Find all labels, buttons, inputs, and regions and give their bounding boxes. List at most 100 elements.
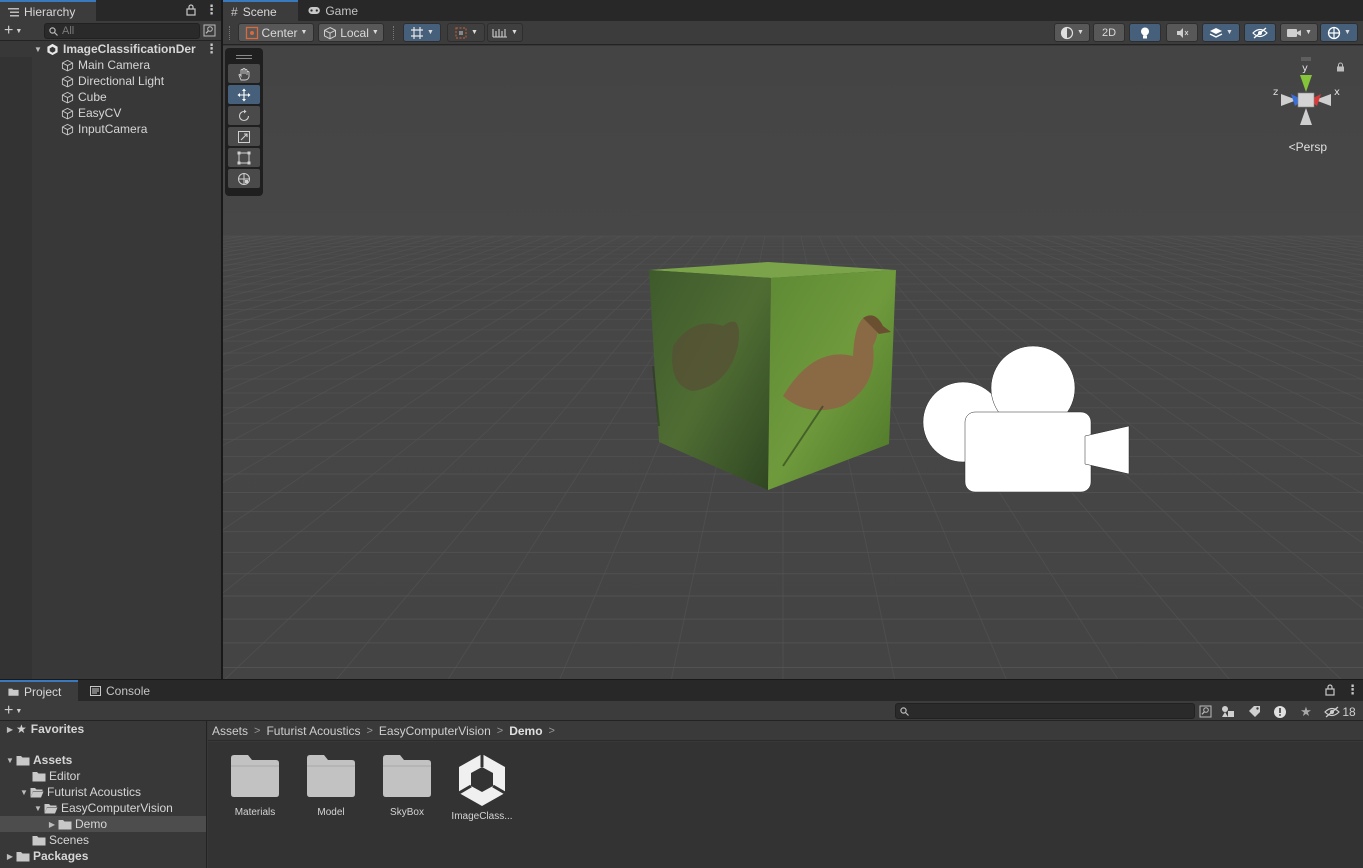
snap-settings-dropdown[interactable]: ▼ <box>487 23 523 42</box>
search-options-icon[interactable] <box>203 24 216 37</box>
favorites-filter-button[interactable]: ★ <box>1296 703 1316 720</box>
tree-item-editor[interactable]: Editor <box>0 768 206 784</box>
rect-tool-button[interactable] <box>228 148 260 167</box>
project-toolbar: + ▼ ★ 18 <box>0 701 1363 721</box>
tree-item-futurist-acoustics[interactable]: ▼ Futurist Acoustics <box>0 784 206 800</box>
breadcrumb-item[interactable]: Futurist Acoustics <box>266 724 360 738</box>
folder-icon <box>307 755 355 797</box>
layers-effects-icon <box>1209 27 1223 38</box>
breadcrumb-item[interactable]: Assets <box>212 724 248 738</box>
hierarchy-item-directional-light[interactable]: Directional Light <box>0 73 221 89</box>
lighting-toggle[interactable] <box>1129 23 1161 42</box>
gizmo-y-label: y <box>1302 63 1308 74</box>
effects-dropdown[interactable]: ▼ <box>1202 23 1240 42</box>
tree-label: Futurist Acoustics <box>47 785 142 799</box>
space-label: Local <box>340 25 369 40</box>
audio-toggle[interactable] <box>1166 23 1198 42</box>
tab-game[interactable]: Game <box>300 0 366 21</box>
tab-console[interactable]: Console <box>82 680 162 701</box>
asset-item-skybox[interactable]: SkyBox <box>371 754 443 818</box>
tab-hierarchy[interactable]: Hierarchy <box>0 0 96 21</box>
gizmos-dropdown[interactable]: ▼ <box>1320 23 1358 42</box>
hierarchy-toolbar: + ▼ All <box>0 21 221 41</box>
expand-triangle-icon[interactable]: ▼ <box>18 788 30 797</box>
filter-by-type-button[interactable] <box>1218 703 1238 720</box>
pivot-dropdown[interactable]: Center ▼ <box>238 23 314 42</box>
tree-label: Assets <box>33 753 73 767</box>
space-dropdown[interactable]: Local ▼ <box>318 23 384 42</box>
expand-triangle-icon[interactable]: ▶ <box>4 725 16 734</box>
scene-row[interactable]: ▼ ImageClassificationDer ⋮ <box>0 41 221 57</box>
breadcrumb-item[interactable]: EasyComputerVision <box>379 724 491 738</box>
hierarchy-item-main-camera[interactable]: Main Camera <box>0 57 221 73</box>
search-options-button[interactable] <box>1195 703 1215 720</box>
tree-item-demo[interactable]: ▶ Demo <box>0 816 206 832</box>
transform-tool-button[interactable] <box>228 169 260 188</box>
search-placeholder: All <box>62 25 75 37</box>
hidden-packages-toggle[interactable]: 18 <box>1322 703 1358 720</box>
breadcrumb: Assets > Futurist Acoustics > EasyComput… <box>208 721 1363 741</box>
unity-scene-icon <box>47 43 58 55</box>
filter-by-label-button[interactable] <box>1244 703 1264 720</box>
tab-project[interactable]: Project <box>0 680 78 701</box>
more-options-icon[interactable]: ⋮ <box>1346 682 1359 698</box>
hierarchy-item-cube[interactable]: Cube <box>0 89 221 105</box>
more-options-icon[interactable]: ⋮ <box>205 2 218 18</box>
tree-item-packages[interactable]: ▶ Packages <box>0 848 206 864</box>
shading-mode-dropdown[interactable]: ▼ <box>1054 23 1090 42</box>
asset-grid: Materials Model SkyBox ImageClass... <box>208 742 1363 868</box>
expand-triangle-icon[interactable]: ▼ <box>4 756 16 765</box>
tab-scene[interactable]: # Scene <box>223 0 298 21</box>
game-tab-label: Game <box>325 3 358 18</box>
expand-triangle-icon[interactable]: ▶ <box>46 820 58 829</box>
rotate-icon <box>238 109 250 121</box>
asset-item-materials[interactable]: Materials <box>219 754 291 818</box>
scene-viewport[interactable]: y z x <Persp <box>223 46 1363 679</box>
create-button[interactable]: + ▼ <box>4 22 34 40</box>
tree-item-easycomputervision[interactable]: ▼ EasyComputerVision <box>0 800 206 816</box>
hand-tool-button[interactable] <box>228 64 260 83</box>
increment-snap-toggle[interactable]: ▼ <box>447 23 485 42</box>
create-asset-button[interactable]: + ▼ <box>4 702 34 720</box>
hierarchy-item-label: EasyCV <box>78 106 122 120</box>
chevron-down-icon: ▼ <box>300 29 308 36</box>
scene-panel: # Scene Game Center ▼ Local ▼ ▼ ▼ ▼ ▼ 2D… <box>223 0 1363 679</box>
rect-transform-icon <box>237 151 251 164</box>
expand-triangle-icon[interactable]: ▶ <box>4 852 16 861</box>
scene-tabbar: # Scene Game <box>223 0 1363 21</box>
2d-toggle[interactable]: 2D <box>1093 23 1125 42</box>
tree-label: Scenes <box>49 833 90 847</box>
lock-icon[interactable] <box>1325 684 1335 696</box>
search-options-icon <box>1199 705 1211 718</box>
hierarchy-item-easycv[interactable]: EasyCV <box>0 105 221 121</box>
scene-more-icon[interactable]: ⋮ <box>205 41 218 57</box>
hierarchy-item-label: InputCamera <box>78 122 148 136</box>
grid-snapping-toggle[interactable]: ▼ <box>403 23 441 42</box>
tree-item-scenes[interactable]: Scenes <box>0 832 206 848</box>
hierarchy-search-input[interactable]: All <box>44 23 200 39</box>
hierarchy-item-inputcamera[interactable]: InputCamera <box>0 121 221 137</box>
project-search-input[interactable] <box>895 703 1195 719</box>
folder-open-icon <box>30 787 44 797</box>
expand-triangle-icon[interactable]: ▼ <box>33 45 43 54</box>
tree-item-favorites[interactable]: ▶ ★ Favorites <box>0 721 206 737</box>
hidden-objects-toggle[interactable] <box>1244 23 1276 42</box>
palette-handle[interactable] <box>228 52 260 62</box>
chevron-right-icon[interactable]: > <box>549 725 555 737</box>
camera-settings-dropdown[interactable]: ▼ <box>1280 23 1318 42</box>
projection-toggle[interactable]: <Persp <box>1289 140 1327 154</box>
tree-item-assets[interactable]: ▼ Assets <box>0 752 206 768</box>
lock-icon[interactable] <box>186 4 196 16</box>
move-tool-button[interactable] <box>228 85 260 104</box>
unity-scene-icon <box>458 754 506 806</box>
folder-icon <box>231 755 279 797</box>
breadcrumb-item[interactable]: Demo <box>509 724 542 738</box>
chevron-down-icon: ▼ <box>15 707 23 715</box>
gizmo-lock-icon[interactable] <box>1336 62 1345 72</box>
asset-item-imageclass-scene[interactable]: ImageClass... <box>446 752 518 822</box>
rotate-tool-button[interactable] <box>228 106 260 125</box>
scale-tool-button[interactable] <box>228 127 260 146</box>
expand-triangle-icon[interactable]: ▼ <box>32 804 44 813</box>
issues-filter-button[interactable] <box>1270 703 1290 720</box>
asset-item-model[interactable]: Model <box>295 754 367 818</box>
